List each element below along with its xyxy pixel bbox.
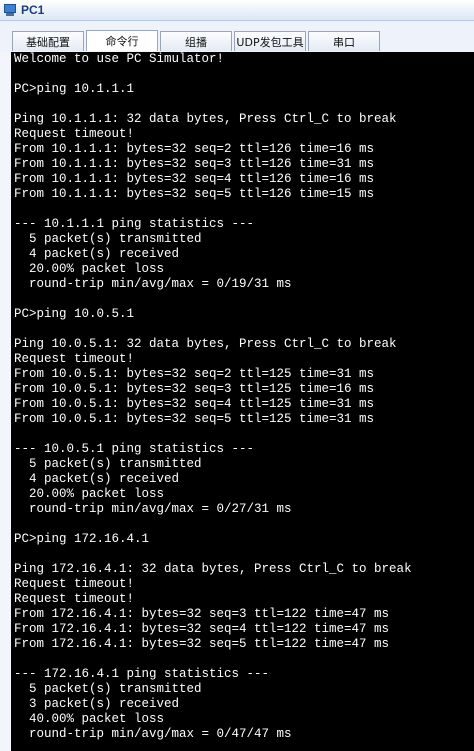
console-line: 40.00% packet loss <box>14 712 165 726</box>
console-line: PC>ping 172.16.4.1 <box>14 532 150 546</box>
console-line: From 172.16.4.1: bytes=32 seq=4 ttl=122 … <box>14 622 390 636</box>
console-line: From 10.0.5.1: bytes=32 seq=5 ttl=125 ti… <box>14 412 375 426</box>
command-line-console[interactable]: Welcome to use PC Simulator! PC>ping 10.1… <box>11 52 474 751</box>
tab-serial-port[interactable]: 串口 <box>308 31 380 51</box>
tab-bar: 基础配置 命令行 组播 UDP发包工具 串口 <box>0 21 474 52</box>
console-line: Ping 172.16.4.1: 32 data bytes, Press Ct… <box>14 562 412 576</box>
tab-udp-packet-tool[interactable]: UDP发包工具 <box>234 31 306 51</box>
console-line: 20.00% packet loss <box>14 487 165 501</box>
console-line: Request timeout! <box>14 352 135 366</box>
console-line: From 10.0.5.1: bytes=32 seq=4 ttl=125 ti… <box>14 397 375 411</box>
console-line: round-trip min/avg/max = 0/19/31 ms <box>14 277 292 291</box>
console-line: From 10.1.1.1: bytes=32 seq=5 ttl=126 ti… <box>14 187 375 201</box>
console-line: 4 packet(s) received <box>14 247 180 261</box>
console-line: Request timeout! <box>14 592 135 606</box>
console-line: --- 10.0.5.1 ping statistics --- <box>14 442 255 456</box>
console-line: --- 172.16.4.1 ping statistics --- <box>14 667 270 681</box>
console-line: 5 packet(s) transmitted <box>14 457 202 471</box>
title-bar[interactable]: PC1 <box>0 0 474 21</box>
console-line: 5 packet(s) transmitted <box>14 682 202 696</box>
console-line: From 10.0.5.1: bytes=32 seq=2 ttl=125 ti… <box>14 367 375 381</box>
console-line: PC>ping 10.1.1.1 <box>14 82 135 96</box>
console-line: Request timeout! <box>14 127 135 141</box>
console-line: Request timeout! <box>14 577 135 591</box>
pc-monitor-icon <box>3 3 17 17</box>
console-line: round-trip min/avg/max = 0/27/31 ms <box>14 502 292 516</box>
console-line: From 10.1.1.1: bytes=32 seq=4 ttl=126 ti… <box>14 172 375 186</box>
console-line: From 172.16.4.1: bytes=32 seq=3 ttl=122 … <box>14 607 390 621</box>
console-line: 3 packet(s) received <box>14 697 180 711</box>
console-line: --- 10.1.1.1 ping statistics --- <box>14 217 255 231</box>
console-line: 20.00% packet loss <box>14 262 165 276</box>
window-title: PC1 <box>21 3 45 17</box>
console-line: From 172.16.4.1: bytes=32 seq=5 ttl=122 … <box>14 637 390 651</box>
tab-basic-config[interactable]: 基础配置 <box>12 31 84 51</box>
tab-command-line[interactable]: 命令行 <box>86 30 158 51</box>
console-line: Ping 10.0.5.1: 32 data bytes, Press Ctrl… <box>14 337 397 351</box>
console-line: PC>ping 10.0.5.1 <box>14 307 135 321</box>
console-line: Ping 10.1.1.1: 32 data bytes, Press Ctrl… <box>14 112 397 126</box>
console-line: From 10.1.1.1: bytes=32 seq=2 ttl=126 ti… <box>14 142 375 156</box>
console-line: From 10.0.5.1: bytes=32 seq=3 ttl=125 ti… <box>14 382 375 396</box>
console-line: Welcome to use PC Simulator! <box>14 52 225 66</box>
console-line: From 10.1.1.1: bytes=32 seq=3 ttl=126 ti… <box>14 157 375 171</box>
tab-multicast[interactable]: 组播 <box>160 31 232 51</box>
pc-simulator-window: PC1 基础配置 命令行 组播 UDP发包工具 串口 Welcome to us… <box>0 0 474 751</box>
console-line: round-trip min/avg/max = 0/47/47 ms <box>14 727 292 741</box>
console-line: 5 packet(s) transmitted <box>14 232 202 246</box>
console-line: 4 packet(s) received <box>14 472 180 486</box>
